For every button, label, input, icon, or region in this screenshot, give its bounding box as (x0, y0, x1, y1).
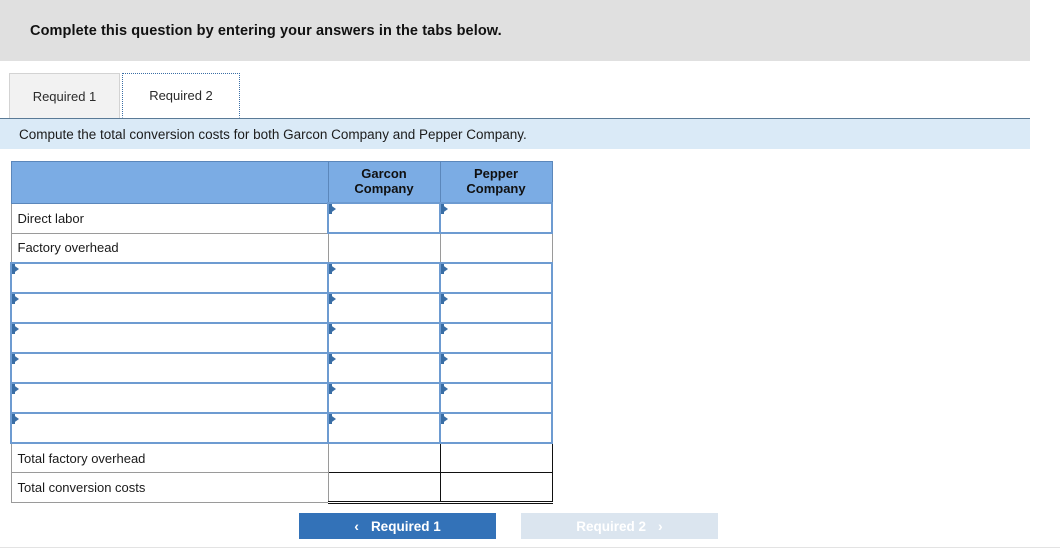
table-row (10, 262, 553, 294)
value-input-cell[interactable] (439, 322, 553, 354)
row-label-dropdown[interactable] (10, 292, 329, 324)
row-label: Factory overhead (10, 232, 329, 264)
value-input-cell[interactable] (327, 382, 441, 414)
table-row: Total factory overhead (10, 442, 553, 473)
row-label-dropdown[interactable] (10, 262, 329, 294)
table-row (10, 352, 553, 384)
worksheet-container: Garcon Company Pepper Company Direct lab… (0, 149, 1060, 504)
row-label: Total factory overhead (10, 442, 329, 473)
row-label-dropdown[interactable] (10, 382, 329, 414)
dropdown-triangle-icon (12, 414, 19, 424)
conversion-costs-table: Garcon Company Pepper Company Direct lab… (10, 161, 553, 504)
dropdown-triangle-icon (12, 384, 19, 394)
next-required-2-label: Required 2 (576, 518, 647, 534)
value-input-cell[interactable] (327, 412, 441, 444)
dropdown-triangle-icon (441, 264, 448, 274)
dropdown-triangle-icon (329, 204, 336, 214)
instruction-banner: Complete this question by entering your … (0, 0, 1030, 61)
column-header-pepper-line1: Pepper (473, 166, 519, 182)
value-cell (439, 442, 553, 473)
table-row: Total conversion costs (10, 472, 553, 504)
value-input-cell[interactable] (327, 292, 441, 324)
tab-required-2[interactable]: Required 2 (122, 73, 240, 118)
dropdown-triangle-icon (441, 294, 448, 304)
dropdown-triangle-icon (441, 204, 448, 214)
tab-required-1-label: Required 1 (32, 88, 97, 104)
value-cell (327, 232, 441, 264)
column-header-blank (10, 161, 329, 204)
requirement-text: Compute the total conversion costs for b… (19, 126, 527, 142)
dropdown-triangle-icon (12, 324, 19, 334)
dropdown-triangle-icon (441, 324, 448, 334)
value-input-cell[interactable] (327, 202, 441, 234)
row-label-dropdown[interactable] (10, 352, 329, 384)
value-cell (327, 472, 441, 504)
dropdown-triangle-icon (329, 324, 336, 334)
value-input-cell[interactable] (327, 262, 441, 294)
bottom-divider (0, 547, 1060, 548)
row-label-text: Factory overhead (17, 240, 119, 256)
dropdown-triangle-icon (12, 294, 19, 304)
tab-strip: Required 1 Required 2 (0, 61, 1030, 118)
column-header-garcon-line2: Company (354, 181, 414, 196)
table-row (10, 382, 553, 414)
navigation-bar: ‹ Required 1 Required 2 › (0, 513, 1060, 549)
table-body: Direct labor Factory overhead Total factor… (10, 202, 553, 504)
row-label-dropdown[interactable] (10, 412, 329, 444)
instruction-banner-text: Complete this question by entering your … (30, 22, 502, 39)
value-input-cell[interactable] (439, 292, 553, 324)
tab-required-1[interactable]: Required 1 (9, 73, 120, 118)
table-row (10, 412, 553, 444)
value-input-cell[interactable] (439, 262, 553, 294)
chevron-left-icon: ‹ (354, 518, 359, 534)
value-cell (327, 442, 441, 473)
row-label: Direct labor (10, 202, 329, 234)
dropdown-triangle-icon (329, 294, 336, 304)
requirement-bar: Compute the total conversion costs for b… (0, 118, 1030, 149)
column-header-garcon-line1: Garcon (361, 166, 407, 182)
next-required-2-button[interactable]: Required 2 › (521, 513, 718, 539)
value-cell (439, 472, 553, 504)
row-label-text: Total conversion costs (17, 480, 146, 495)
value-input-cell[interactable] (327, 352, 441, 384)
value-input-cell[interactable] (439, 352, 553, 384)
dropdown-triangle-icon (441, 354, 448, 364)
dropdown-triangle-icon (329, 414, 336, 424)
row-label-text: Direct labor (17, 210, 84, 226)
column-header-pepper-line2: Company (466, 181, 526, 196)
dropdown-triangle-icon (441, 414, 448, 424)
column-header-garcon: Garcon Company (327, 161, 441, 204)
dropdown-triangle-icon (329, 384, 336, 394)
value-cell (439, 232, 553, 264)
value-input-cell[interactable] (439, 412, 553, 444)
table-row: Factory overhead (10, 232, 553, 264)
row-label-dropdown[interactable] (10, 322, 329, 354)
table-row (10, 292, 553, 324)
prev-required-1-button[interactable]: ‹ Required 1 (299, 513, 496, 539)
dropdown-triangle-icon (12, 264, 19, 274)
prev-required-1-label: Required 1 (370, 518, 441, 534)
dropdown-triangle-icon (329, 354, 336, 364)
chevron-right-icon: › (658, 518, 663, 534)
column-header-pepper: Pepper Company (439, 161, 553, 204)
dropdown-triangle-icon (441, 384, 448, 394)
dropdown-triangle-icon (329, 264, 336, 274)
row-label-text: Total factory overhead (17, 450, 146, 466)
table-header-row: Garcon Company Pepper Company (10, 161, 553, 204)
row-label: Total conversion costs (10, 472, 329, 503)
value-input-cell[interactable] (327, 322, 441, 354)
tab-required-2-label: Required 2 (149, 88, 213, 103)
table-row (10, 322, 553, 354)
value-input-cell[interactable] (439, 382, 553, 414)
value-input-cell[interactable] (439, 202, 553, 234)
dropdown-triangle-icon (12, 354, 19, 364)
table-row: Direct labor (10, 202, 553, 234)
